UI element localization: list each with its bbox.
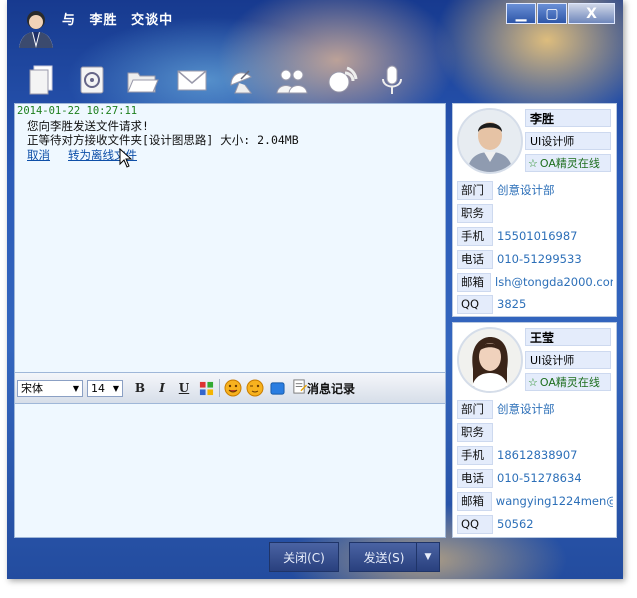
- chevron-down-icon: ▼: [112, 383, 119, 393]
- contact-card: 李胜 UI设计师 ☆ OA精灵在线 部门 创意设计部 职务 手机 155010169…: [452, 103, 617, 317]
- field-key: 职务: [457, 203, 493, 223]
- maximize-button[interactable]: ▢: [537, 3, 567, 24]
- toolbar-separator: [219, 379, 220, 397]
- field-value: 15501016987: [497, 229, 578, 243]
- title-contact-name: 李胜: [89, 13, 118, 28]
- cancel-transfer-link[interactable]: 取消: [27, 147, 50, 163]
- group-icon[interactable]: [267, 60, 317, 100]
- emoji-icon[interactable]: [222, 378, 244, 398]
- contact-card: 王莹 UI设计师 ☆ OA精灵在线 部门 创意设计部 职务 手机 186128389…: [452, 322, 617, 538]
- field-row: 电话 010-51299533: [457, 249, 613, 269]
- field-key: QQ: [457, 514, 493, 534]
- field-value: 50562: [497, 517, 534, 531]
- message-history-label: 消息记录: [307, 381, 356, 396]
- field-row: 职务: [457, 203, 613, 223]
- message-line-2: 正等待对方接收文件夹[设计图思路] 大小: 2.04MB: [27, 133, 299, 147]
- remote-icon[interactable]: [317, 60, 367, 100]
- font-size-value: 14: [91, 381, 105, 395]
- field-row: 部门 创意设计部: [457, 180, 613, 200]
- mail-icon[interactable]: [167, 60, 217, 100]
- contact-role: UI设计师: [525, 351, 611, 369]
- contact-photo: [457, 327, 523, 393]
- field-value: 18612838907: [497, 448, 578, 462]
- field-key: 部门: [457, 180, 493, 200]
- field-row: 手机 15501016987: [457, 226, 613, 246]
- user-avatar-icon: [17, 8, 55, 48]
- minimize-button[interactable]: ▁: [506, 3, 536, 24]
- chat-history[interactable]: 2014-01-22 10:27:11 您向李胜发送文件请求! 正等待对方接收文…: [14, 103, 446, 373]
- field-key: 邮箱: [457, 272, 492, 292]
- wink-emoji-icon[interactable]: [244, 378, 266, 398]
- font-family-select[interactable]: 宋体 ▼: [17, 379, 83, 397]
- file-icon[interactable]: [17, 60, 67, 100]
- satellite-dish-icon[interactable]: [217, 60, 267, 100]
- field-value: 010-51299533: [497, 252, 582, 266]
- field-value[interactable]: wangying1224men@: [496, 494, 613, 508]
- field-key: 电话: [457, 468, 493, 488]
- chat-window: 与 李胜 交谈中 ▁ ▢ X 2014-01-22 10:27:11 您向李胜发…: [7, 0, 623, 579]
- send-button[interactable]: 发送(S): [349, 542, 419, 572]
- message-history-button[interactable]: 消息记录: [292, 379, 355, 397]
- note-icon: [292, 379, 307, 397]
- field-value: 创意设计部: [497, 402, 555, 416]
- field-row: 手机 18612838907: [457, 445, 613, 465]
- font-size-select[interactable]: 14 ▼: [87, 379, 123, 397]
- field-key: 手机: [457, 445, 493, 465]
- title-prefix: 与: [62, 13, 77, 28]
- star-icon: ☆: [528, 375, 538, 389]
- field-row: QQ 50562: [457, 514, 613, 534]
- mouse-cursor-icon: [119, 147, 133, 168]
- italic-button[interactable]: I: [151, 378, 173, 398]
- color-grid-icon[interactable]: [195, 378, 217, 398]
- format-toolbar: 宋体 ▼ 14 ▼ B I U 消息记录: [14, 372, 446, 404]
- window-title: 与 李胜 交谈中: [62, 9, 181, 28]
- field-key: 职务: [457, 422, 493, 442]
- disk-icon[interactable]: [67, 60, 117, 100]
- online-status-label: OA精灵在线: [539, 376, 600, 389]
- online-status: ☆ OA精灵在线: [525, 373, 611, 391]
- field-key: 部门: [457, 399, 493, 419]
- close-window-button[interactable]: X: [568, 3, 615, 24]
- field-value: 010-51278634: [497, 471, 582, 485]
- field-key: 邮箱: [457, 491, 492, 511]
- field-value: 创意设计部: [497, 183, 555, 197]
- field-row: 电话 010-51278634: [457, 468, 613, 488]
- font-family-value: 宋体: [21, 382, 43, 395]
- field-value[interactable]: lsh@tongda2000.com: [495, 275, 613, 289]
- field-row: 邮箱 wangying1224men@: [457, 491, 613, 511]
- chevron-down-icon: ▼: [72, 383, 79, 393]
- contact-photo: [457, 108, 523, 174]
- field-row: 邮箱 lsh@tongda2000.com: [457, 272, 613, 292]
- online-status: ☆ OA精灵在线: [525, 154, 611, 172]
- field-key: 电话: [457, 249, 493, 269]
- toolbar: [17, 60, 417, 100]
- message-timestamp: 2014-01-22 10:27:11: [17, 105, 138, 117]
- window-controls: ▁ ▢ X: [505, 3, 615, 24]
- contact-name: 李胜: [525, 109, 611, 127]
- microphone-icon[interactable]: [367, 60, 417, 100]
- folder-open-icon[interactable]: [117, 60, 167, 100]
- field-row: 部门 创意设计部: [457, 399, 613, 419]
- send-options-button[interactable]: ▼: [416, 542, 440, 572]
- message-input[interactable]: [14, 403, 446, 538]
- title-status: 交谈中: [131, 13, 174, 28]
- contact-name: 王莹: [525, 328, 611, 346]
- field-key: QQ: [457, 294, 493, 314]
- star-icon: ☆: [528, 156, 538, 170]
- close-button[interactable]: 关闭(C): [269, 542, 339, 572]
- underline-button[interactable]: U: [173, 378, 195, 398]
- contact-role: UI设计师: [525, 132, 611, 150]
- field-key: 手机: [457, 226, 493, 246]
- field-value: 3825: [497, 297, 527, 311]
- online-status-label: OA精灵在线: [539, 157, 600, 170]
- field-row: QQ 3825: [457, 294, 613, 314]
- bold-button[interactable]: B: [129, 378, 151, 398]
- field-row: 职务: [457, 422, 613, 442]
- screenshot-icon[interactable]: [266, 378, 288, 398]
